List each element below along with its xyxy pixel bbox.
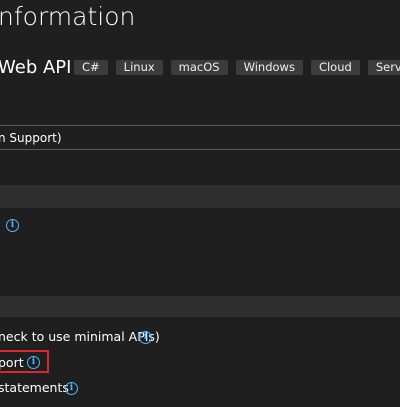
tag-windows: Windows [235,60,303,75]
tag-cloud: Cloud [310,60,360,75]
section-header-band-additional [0,296,400,317]
project-type-name: Web API [0,57,72,78]
section-header-band [0,185,400,208]
info-icon[interactable]: i [65,382,78,395]
info-icon[interactable]: i [139,331,152,344]
tag-service: Servic [367,60,400,75]
top-level-statements-checkbox-label[interactable]: statements [0,380,69,395]
info-icon[interactable]: i [6,219,19,232]
highlight-box [0,350,49,373]
minimal-api-checkbox-label[interactable]: neck to use minimal APIs) [0,329,160,344]
page-title: nformation [0,2,136,31]
tag-linux: Linux [115,60,163,75]
framework-field-bottom-border [0,149,400,150]
framework-field-top-border [0,125,400,126]
framework-dropdown[interactable]: n Support) [0,131,62,145]
project-tags: C# Linux macOS Windows Cloud Servic [74,60,400,75]
tag-csharp: C# [74,60,108,75]
tag-macos: macOS [170,60,228,75]
